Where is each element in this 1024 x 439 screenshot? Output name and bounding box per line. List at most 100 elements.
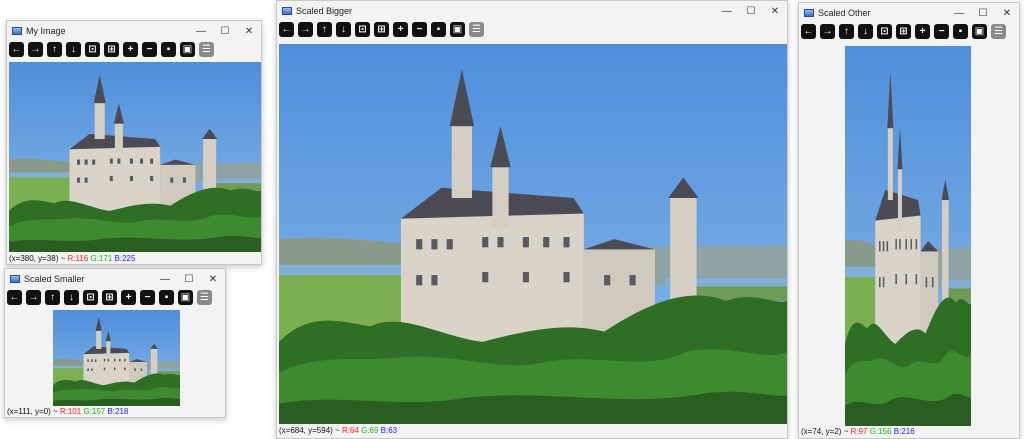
properties-button[interactable]: ☰ (199, 42, 214, 57)
app-icon (804, 9, 814, 17)
zoom-original-button[interactable]: ⊞ (896, 24, 911, 39)
castle-photo (845, 46, 971, 426)
status-coords: (x=684, y=594) ~ (279, 426, 342, 435)
zoom-original-button[interactable]: ⊞ (374, 22, 389, 37)
zoom-in-button[interactable]: + (123, 42, 138, 57)
zoom-out-button[interactable]: − (142, 42, 157, 57)
window-scaled-other[interactable]: Scaled Other — ☐ ✕ ← → ↑ ↓ ⊡ ⊞ + − ▪ ▣ ☰ (798, 2, 1020, 439)
status-green: G:171 (90, 254, 113, 263)
title-bar[interactable]: Scaled Bigger — ☐ ✕ (277, 1, 787, 21)
title-bar[interactable]: My Image — ☐ ✕ (7, 21, 261, 41)
status-red: R:97 (850, 427, 868, 436)
image-view[interactable] (279, 44, 787, 424)
pan-left-button[interactable]: ← (9, 42, 24, 57)
status-coords: (x=380, y=38) ~ (9, 254, 68, 263)
zoom-in-button[interactable]: + (121, 290, 136, 305)
app-icon (12, 27, 22, 35)
pan-up-button[interactable]: ↑ (45, 290, 60, 305)
save-button[interactable]: ▪ (431, 22, 446, 37)
minimize-button[interactable]: — (947, 3, 971, 23)
pan-down-button[interactable]: ↓ (64, 290, 79, 305)
castle-photo (53, 310, 180, 406)
pan-left-button[interactable]: ← (7, 290, 22, 305)
toolbar: ← → ↑ ↓ ⊡ ⊞ + − ▪ ▣ ☰ (801, 24, 1010, 42)
pan-left-button[interactable]: ← (801, 24, 816, 39)
status-blue: B:225 (114, 254, 136, 263)
pan-up-button[interactable]: ↑ (47, 42, 62, 57)
zoom-out-button[interactable]: − (934, 24, 949, 39)
copy-button[interactable]: ▣ (972, 24, 987, 39)
status-green: G:156 (869, 427, 892, 436)
app-icon (10, 275, 20, 283)
window-scaled-bigger[interactable]: Scaled Bigger — ☐ ✕ ← → ↑ ↓ ⊡ ⊞ + − ▪ ▣ … (276, 0, 788, 439)
window-title: Scaled Smaller (24, 274, 85, 284)
pan-right-button[interactable]: → (820, 24, 835, 39)
minimize-button[interactable]: — (715, 1, 739, 21)
status-coords: (x=111, y=0) ~ (7, 407, 60, 416)
pan-up-button[interactable]: ↑ (839, 24, 854, 39)
zoom-out-button[interactable]: − (412, 22, 427, 37)
title-bar[interactable]: Scaled Smaller — ☐ ✕ (5, 269, 225, 289)
status-bar: (x=684, y=594) ~ R:64 G:69 B:63 (279, 426, 397, 435)
copy-button[interactable]: ▣ (178, 290, 193, 305)
status-blue: B:218 (107, 407, 129, 416)
zoom-in-button[interactable]: + (393, 22, 408, 37)
status-blue: B:216 (893, 427, 915, 436)
pan-right-button[interactable]: → (298, 22, 313, 37)
status-bar: (x=74, y=2) ~ R:97 G:156 B:216 (801, 427, 915, 436)
zoom-original-button[interactable]: ⊞ (104, 42, 119, 57)
properties-button[interactable]: ☰ (991, 24, 1006, 39)
properties-button[interactable]: ☰ (197, 290, 212, 305)
maximize-button[interactable]: ☐ (971, 3, 995, 23)
close-button[interactable]: ✕ (995, 3, 1019, 23)
status-bar: (x=380, y=38) ~ R:116 G:171 B:225 (9, 254, 135, 263)
close-button[interactable]: ✕ (763, 1, 787, 21)
toolbar: ← → ↑ ↓ ⊡ ⊞ + − ▪ ▣ ☰ (9, 42, 218, 60)
zoom-original-button[interactable]: ⊞ (102, 290, 117, 305)
pan-down-button[interactable]: ↓ (336, 22, 351, 37)
zoom-fit-button[interactable]: ⊡ (85, 42, 100, 57)
toolbar: ← → ↑ ↓ ⊡ ⊞ + − ▪ ▣ ☰ (279, 22, 488, 40)
close-button[interactable]: ✕ (201, 269, 225, 289)
minimize-button[interactable]: — (189, 21, 213, 41)
castle-photo (279, 44, 787, 424)
pan-right-button[interactable]: → (26, 290, 41, 305)
minimize-button[interactable]: — (153, 269, 177, 289)
title-bar[interactable]: Scaled Other — ☐ ✕ (799, 3, 1019, 23)
pan-up-button[interactable]: ↑ (317, 22, 332, 37)
copy-button[interactable]: ▣ (180, 42, 195, 57)
save-button[interactable]: ▪ (159, 290, 174, 305)
save-button[interactable]: ▪ (161, 42, 176, 57)
status-green: G:157 (83, 407, 106, 416)
window-title: Scaled Other (818, 8, 871, 18)
window-my-image[interactable]: My Image — ☐ ✕ ← → ↑ ↓ ⊡ ⊞ + − ▪ ▣ ☰ (x=… (6, 20, 262, 265)
status-red: R:64 (341, 426, 359, 435)
image-view[interactable] (53, 310, 180, 406)
status-bar: (x=111, y=0) ~ R:101 G:157 B:218 (7, 407, 128, 416)
zoom-fit-button[interactable]: ⊡ (83, 290, 98, 305)
image-view[interactable] (9, 62, 261, 252)
maximize-button[interactable]: ☐ (177, 269, 201, 289)
zoom-fit-button[interactable]: ⊡ (355, 22, 370, 37)
pan-left-button[interactable]: ← (279, 22, 294, 37)
maximize-button[interactable]: ☐ (213, 21, 237, 41)
toolbar: ← → ↑ ↓ ⊡ ⊞ + − ▪ ▣ ☰ (7, 290, 216, 308)
status-coords: (x=74, y=2) ~ (801, 427, 851, 436)
maximize-button[interactable]: ☐ (739, 1, 763, 21)
status-red: R:116 (67, 254, 89, 263)
pan-right-button[interactable]: → (28, 42, 43, 57)
app-icon (282, 7, 292, 15)
copy-button[interactable]: ▣ (450, 22, 465, 37)
zoom-in-button[interactable]: + (915, 24, 930, 39)
status-red: R:101 (59, 407, 82, 416)
pan-down-button[interactable]: ↓ (66, 42, 81, 57)
image-view[interactable] (845, 46, 971, 426)
pan-down-button[interactable]: ↓ (858, 24, 873, 39)
zoom-out-button[interactable]: − (140, 290, 155, 305)
properties-button[interactable]: ☰ (469, 22, 484, 37)
status-blue: B:63 (380, 426, 398, 435)
close-button[interactable]: ✕ (237, 21, 261, 41)
window-scaled-smaller[interactable]: Scaled Smaller — ☐ ✕ ← → ↑ ↓ ⊡ ⊞ + − ▪ ▣… (4, 268, 226, 418)
save-button[interactable]: ▪ (953, 24, 968, 39)
zoom-fit-button[interactable]: ⊡ (877, 24, 892, 39)
